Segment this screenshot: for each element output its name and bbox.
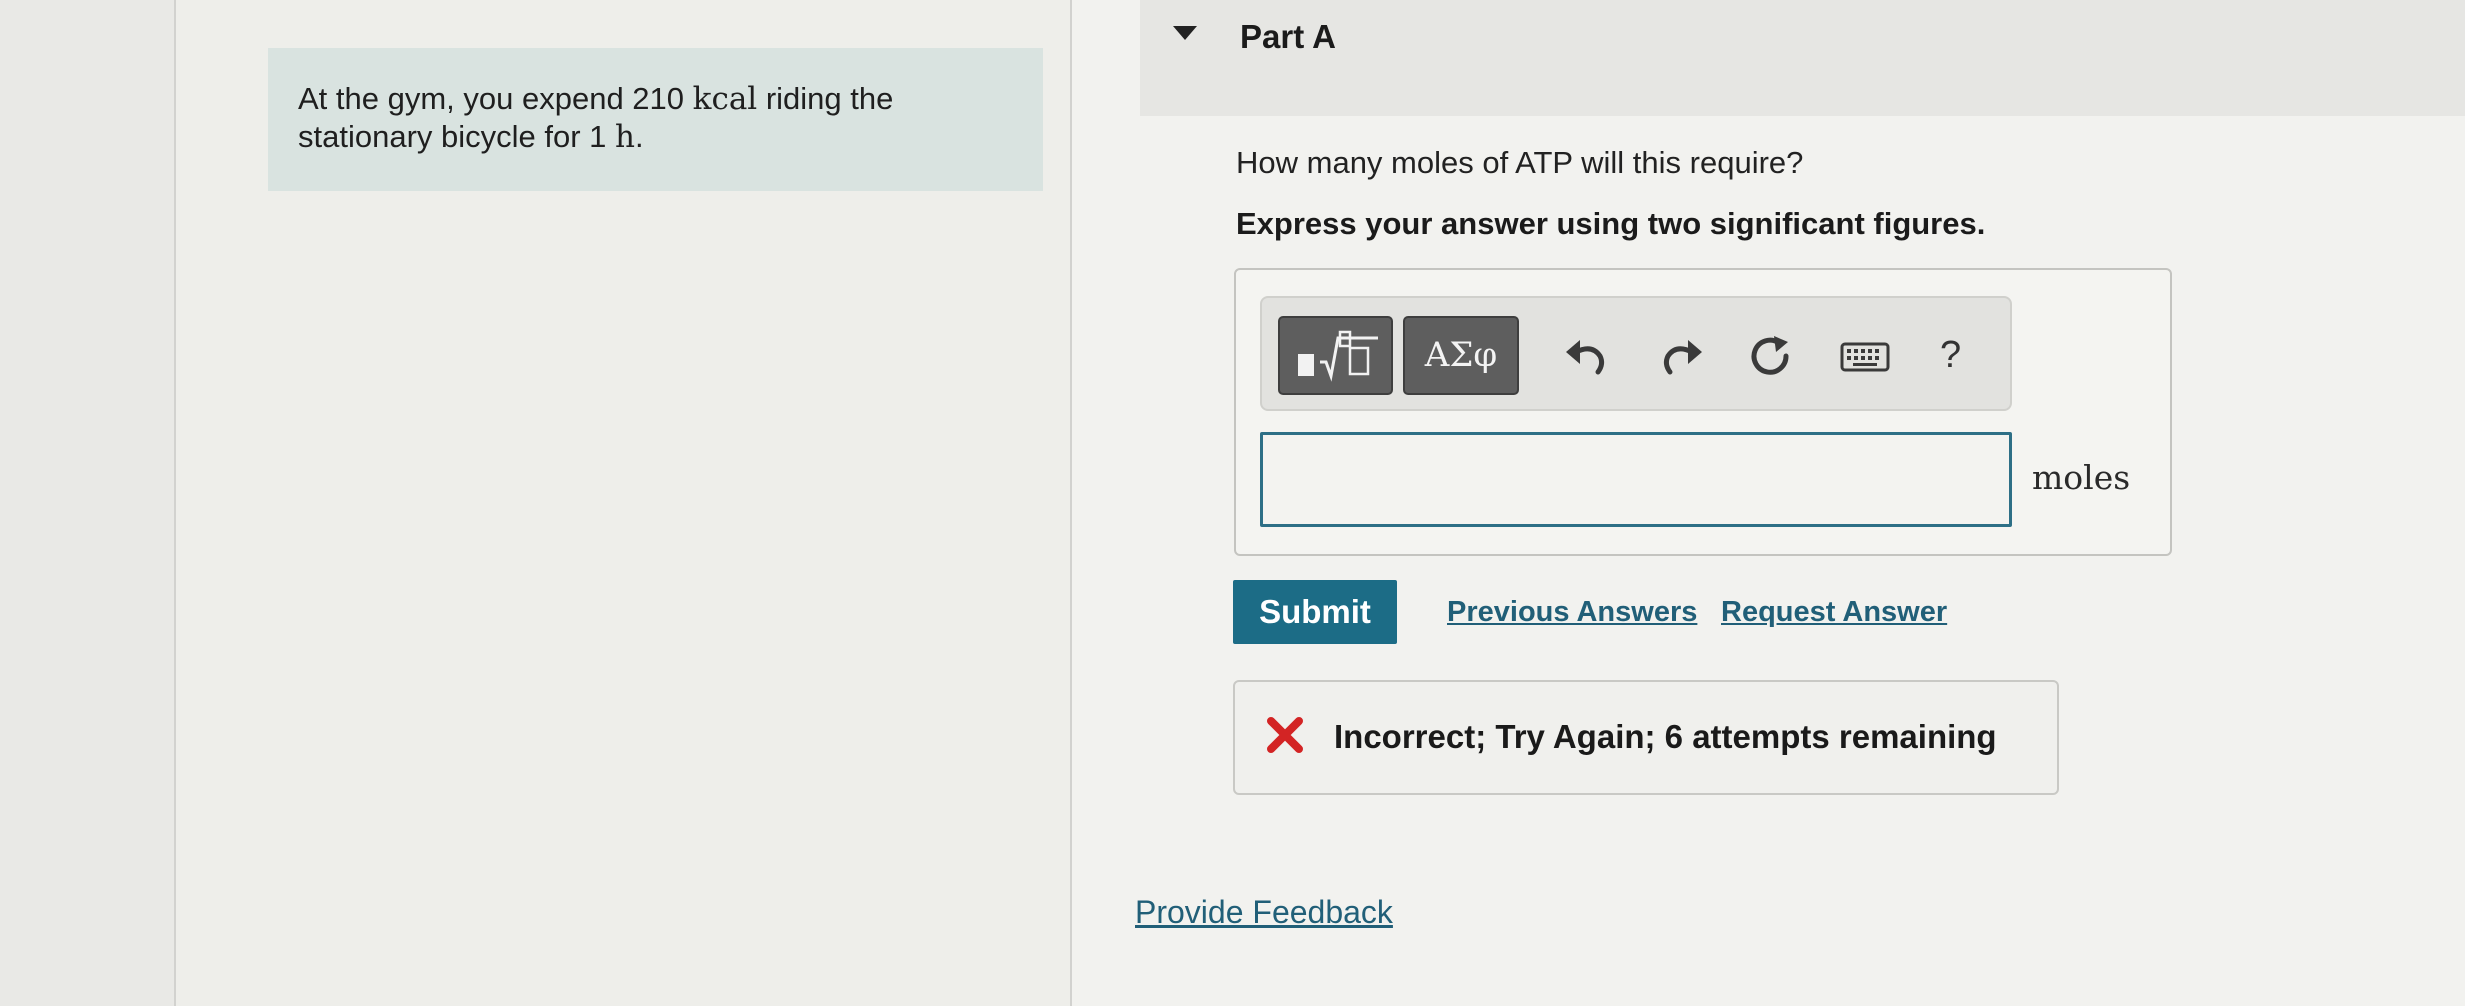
submit-button[interactable]: Submit [1233,580,1397,644]
instruction-text: Express your answer using two significan… [1236,206,1986,241]
collapse-toggle-icon[interactable] [1173,26,1197,40]
keyboard-icon[interactable] [1840,334,1890,378]
problem-text-end: . [635,119,644,154]
center-divider [1070,0,1072,1006]
problem-kcal-unit: kcal [692,81,758,117]
templates-button[interactable] [1278,316,1393,395]
undo-icon[interactable] [1562,334,1612,378]
unit-label: moles [2032,458,2131,497]
templates-icon [1298,330,1378,382]
problem-text-before: At the gym, you expend 210 [298,81,685,116]
error-x-icon [1267,717,1303,753]
part-header [1140,0,2465,116]
problem-hour-unit: h [615,119,636,155]
problem-statement: At the gym, you expend 210 kcal riding t… [268,48,1043,191]
question-text: How many moles of ATP will this require? [1236,145,1804,180]
help-button[interactable]: ? [1940,334,1961,377]
greek-symbols-button[interactable]: ΑΣφ [1403,316,1519,395]
previous-answers-link[interactable]: Previous Answers [1447,596,1697,629]
provide-feedback-link[interactable]: Provide Feedback [1135,894,1393,931]
part-title: Part A [1240,18,1336,55]
request-answer-link[interactable]: Request Answer [1721,596,1947,629]
redo-icon[interactable] [1656,334,1706,378]
answer-input[interactable] [1260,432,2012,527]
reset-icon[interactable] [1746,334,1796,378]
left-divider [174,0,176,1006]
feedback-message: Incorrect; Try Again; 6 attempts remaini… [1334,718,1997,755]
